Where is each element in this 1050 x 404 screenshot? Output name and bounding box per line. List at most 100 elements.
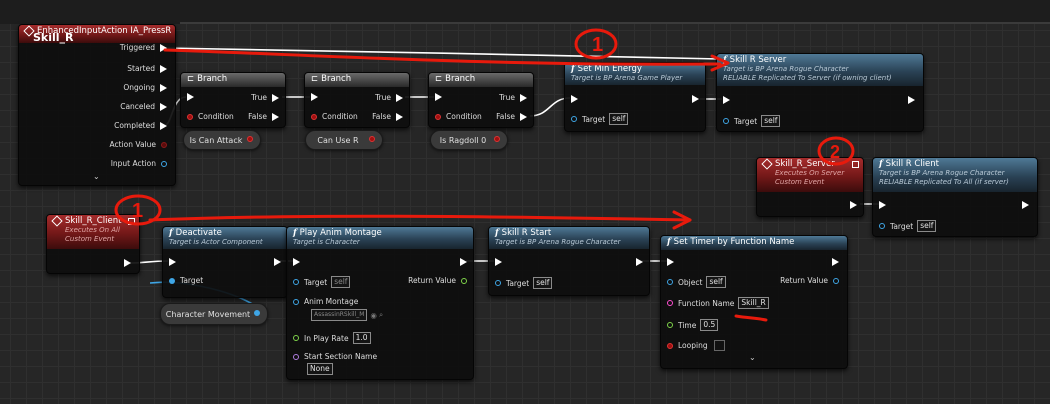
branch-node-1[interactable]: ⊏ Branch True Condition False bbox=[180, 72, 286, 128]
bool-pin-icon[interactable] bbox=[161, 141, 167, 148]
object-value-field[interactable]: self bbox=[706, 276, 726, 288]
target-value-field[interactable]: self bbox=[533, 277, 553, 289]
false-pin[interactable]: False bbox=[496, 112, 527, 121]
exec-out-pin[interactable] bbox=[850, 201, 857, 209]
pin-started[interactable]: Started bbox=[127, 64, 167, 73]
condition-pin[interactable]: Condition bbox=[435, 112, 482, 121]
target-value-field[interactable]: self bbox=[761, 115, 781, 127]
browse-icon[interactable]: ◉ bbox=[370, 311, 377, 320]
target-value-field[interactable]: self bbox=[917, 220, 937, 232]
chevron-down-icon[interactable]: ⌄ bbox=[93, 172, 100, 181]
deactivate-node[interactable]: f Deactivate Target is Actor Component Ta… bbox=[162, 226, 288, 298]
exec-out-pin[interactable] bbox=[124, 259, 131, 267]
exec-in-pin[interactable] bbox=[293, 258, 300, 266]
function-icon: f bbox=[571, 64, 575, 74]
pin-ongoing[interactable]: Ongoing bbox=[123, 83, 167, 92]
function-name-field[interactable]: Skill_R bbox=[738, 297, 769, 309]
object-pin-icon[interactable] bbox=[254, 310, 260, 316]
true-pin[interactable]: True bbox=[251, 93, 279, 102]
chevron-down-icon[interactable]: ⌄ bbox=[749, 353, 756, 362]
looping-checkbox[interactable] bbox=[713, 340, 725, 351]
node-header: f Deactivate Target is Actor Component bbox=[163, 227, 287, 249]
exec-in-pin[interactable] bbox=[187, 93, 194, 101]
search-icon[interactable]: ⌕ bbox=[379, 310, 383, 320]
looping-pin[interactable]: Looping bbox=[667, 340, 725, 351]
pin-triggered[interactable]: Triggered bbox=[120, 43, 167, 52]
exec-pin-icon[interactable] bbox=[160, 102, 167, 111]
return-value-pin[interactable]: Return Value bbox=[408, 276, 467, 285]
condition-pin[interactable]: Condition bbox=[187, 112, 234, 121]
exec-pin-icon[interactable] bbox=[160, 83, 167, 92]
return-value-pin[interactable]: Return Value bbox=[780, 276, 839, 285]
exec-in-pin[interactable] bbox=[667, 258, 674, 266]
object-pin[interactable]: Object self bbox=[667, 276, 726, 288]
skill-r-client-event-node[interactable]: Skill_R_Client Executes On All Custom Ev… bbox=[46, 214, 140, 274]
character-movement-node[interactable]: Character Movement bbox=[160, 303, 268, 325]
exec-out-pin[interactable] bbox=[908, 96, 915, 104]
is-can-attack-node[interactable]: Is Can Attack bbox=[183, 130, 261, 150]
branch-node-3[interactable]: ⊏ Branch True Condition False bbox=[428, 72, 534, 128]
play-anim-montage-node[interactable]: f Play Anim Montage Target is Character T… bbox=[286, 226, 474, 380]
target-value-field[interactable]: self bbox=[331, 276, 351, 288]
exec-pin-icon[interactable] bbox=[160, 43, 167, 52]
anim-montage-dropdown[interactable]: AssassinRSkill_M bbox=[311, 309, 368, 321]
pin-action-value[interactable]: Action Value bbox=[110, 140, 167, 149]
exec-in-pin[interactable] bbox=[435, 93, 442, 101]
play-rate-field[interactable]: 1.0 bbox=[352, 332, 371, 344]
exec-out-pin[interactable] bbox=[274, 258, 281, 266]
enhanced-input-action-node[interactable]: EnhancedInputAction IA_PressR Skill_R Tr… bbox=[18, 24, 176, 186]
bool-pin-icon[interactable] bbox=[494, 136, 500, 142]
target-value-field[interactable]: self bbox=[609, 113, 629, 125]
false-pin[interactable]: False bbox=[372, 112, 403, 121]
exec-pin-icon[interactable] bbox=[160, 121, 167, 130]
event-icon bbox=[51, 215, 63, 227]
exec-in-pin[interactable] bbox=[169, 258, 176, 266]
skill-r-server-event-node[interactable]: Skill_R_Server Executes On Server Custom… bbox=[756, 157, 864, 217]
target-pin[interactable]: Target self bbox=[495, 277, 553, 289]
skill-r-start-node[interactable]: f Skill R Start Target is BP Arena Rogue … bbox=[488, 226, 650, 296]
exec-out-pin[interactable] bbox=[692, 95, 699, 103]
pin-completed[interactable]: Completed bbox=[114, 121, 167, 130]
exec-in-pin[interactable] bbox=[571, 95, 578, 103]
branch-icon: ⊏ bbox=[187, 74, 195, 84]
is-ragdoll-node[interactable]: Is Ragdoll 0 bbox=[430, 130, 508, 150]
branch-node-2[interactable]: ⊏ Branch True Condition False bbox=[304, 72, 410, 128]
can-use-r-node[interactable]: Can Use R bbox=[305, 130, 383, 150]
condition-pin[interactable]: Condition bbox=[311, 112, 358, 121]
exec-in-pin[interactable] bbox=[311, 93, 318, 101]
set-timer-by-function-name-node[interactable]: f Set Timer by Function Name Object self R… bbox=[660, 235, 848, 369]
start-section-field-row[interactable]: None bbox=[303, 363, 333, 375]
pin-canceled[interactable]: Canceled bbox=[120, 102, 167, 111]
true-pin[interactable]: True bbox=[499, 93, 527, 102]
skill-r-server-node[interactable]: f Skill R Server Target is BP Arena Rogue… bbox=[716, 53, 924, 132]
target-pin[interactable]: Target self bbox=[879, 220, 937, 232]
target-pin[interactable]: Target self bbox=[723, 115, 781, 127]
start-section-field[interactable]: None bbox=[307, 363, 333, 375]
bool-pin-icon[interactable] bbox=[247, 136, 253, 142]
set-min-energy-node[interactable]: f Set Min Energy Target is BP Arena Game … bbox=[564, 62, 706, 132]
start-section-pin[interactable]: Start Section Name bbox=[293, 352, 377, 361]
object-pin-icon[interactable] bbox=[161, 160, 167, 167]
target-pin[interactable]: Target bbox=[169, 276, 203, 285]
exec-out-pin[interactable] bbox=[1022, 201, 1029, 209]
time-pin[interactable]: Time 0.5 bbox=[667, 319, 719, 331]
anim-montage-picker[interactable]: AssassinRSkill_M ◉ ⌕ bbox=[307, 309, 383, 321]
false-pin[interactable]: False bbox=[248, 112, 279, 121]
true-pin[interactable]: True bbox=[375, 93, 403, 102]
exec-out-pin[interactable] bbox=[832, 258, 839, 266]
exec-in-pin[interactable] bbox=[495, 258, 502, 266]
exec-pin-icon[interactable] bbox=[160, 64, 167, 73]
exec-out-pin[interactable] bbox=[460, 258, 467, 266]
function-name-pin[interactable]: Function Name Skill_R bbox=[667, 297, 769, 309]
target-pin[interactable]: Target self bbox=[571, 113, 629, 125]
pin-input-action[interactable]: Input Action bbox=[111, 159, 167, 168]
in-play-rate-pin[interactable]: In Play Rate 1.0 bbox=[293, 332, 371, 344]
skill-r-client-node[interactable]: f Skill R Client Target is BP Arena Rogue… bbox=[872, 157, 1038, 237]
time-field[interactable]: 0.5 bbox=[700, 319, 719, 331]
anim-montage-pin[interactable]: Anim Montage bbox=[293, 297, 358, 306]
exec-in-pin[interactable] bbox=[723, 96, 730, 104]
exec-out-pin[interactable] bbox=[636, 258, 643, 266]
bool-pin-icon[interactable] bbox=[369, 136, 375, 142]
target-pin[interactable]: Target self bbox=[293, 276, 351, 288]
exec-in-pin[interactable] bbox=[879, 201, 886, 209]
